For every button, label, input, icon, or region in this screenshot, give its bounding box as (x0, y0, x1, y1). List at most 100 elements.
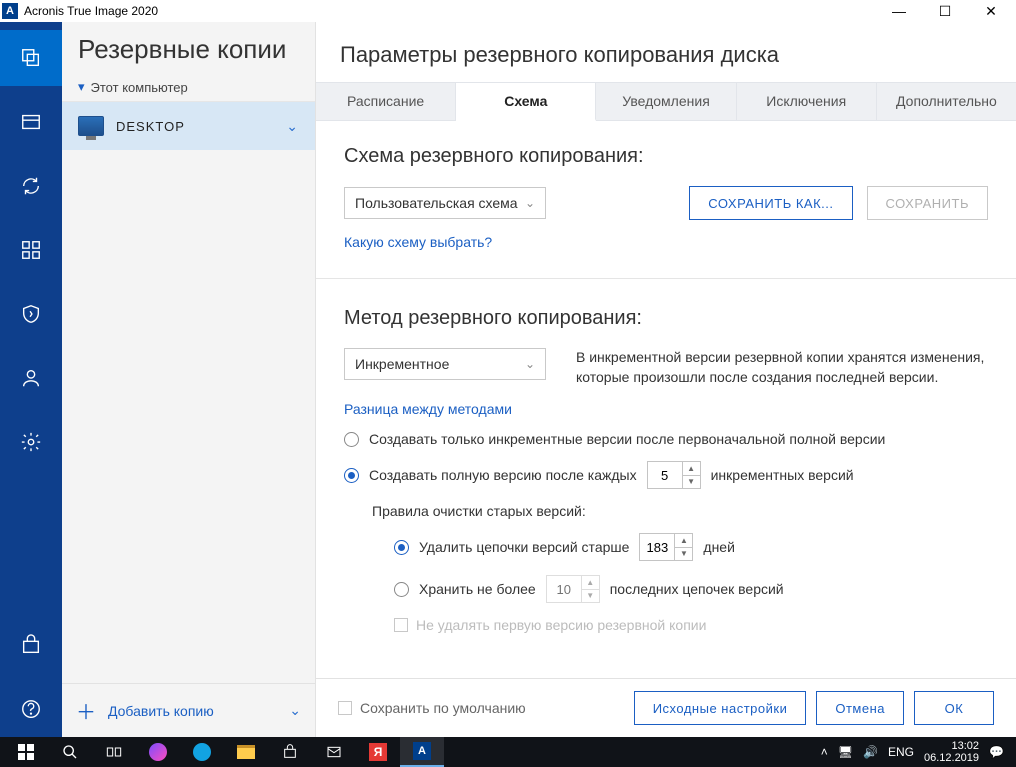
taskbar-app-explorer[interactable] (224, 737, 268, 767)
sidebar-computer-toggle[interactable]: ▾ Этот компьютер (62, 73, 315, 102)
tab-scheme[interactable]: Схема (456, 83, 596, 121)
scheme-select-value: Пользовательская схема (355, 195, 518, 211)
nav-dashboard[interactable] (0, 222, 62, 278)
tab-bar: Расписание Схема Уведомления Исключения … (316, 82, 1016, 121)
method-section-title: Метод резервного копирования: (344, 307, 988, 330)
main-panel: Параметры резервного копирования диска Р… (316, 22, 1016, 737)
radio-label-post: инкрементных версий (711, 467, 854, 483)
chains-input[interactable] (547, 576, 581, 602)
radio-icon (394, 582, 409, 597)
chevron-down-icon: ⌄ (286, 118, 299, 135)
tab-exclusions[interactable]: Исключения (737, 83, 877, 120)
dialog-footer: Сохранить по умолчанию Исходные настройк… (316, 678, 1016, 737)
radio-icon (394, 540, 409, 555)
tab-notifications[interactable]: Уведомления (596, 83, 736, 120)
start-button[interactable] (4, 737, 48, 767)
app-title: Acronis True Image 2020 (24, 4, 158, 18)
tray-time: 13:02 (924, 740, 979, 752)
chevron-down-icon: ⌄ (289, 702, 301, 719)
scheme-help-link[interactable]: Какую схему выбрать? (344, 234, 492, 250)
taskbar-app-mail[interactable] (312, 737, 356, 767)
tray-clock[interactable]: 13:02 06.12.2019 (924, 740, 979, 764)
tray-lang[interactable]: ENG (888, 745, 914, 759)
tab-advanced[interactable]: Дополнительно (877, 83, 1016, 120)
radio-label-post: последних цепочек версий (610, 581, 784, 597)
sidebar-item-desktop[interactable]: DESKTOP ⌄ (62, 102, 315, 150)
nav-rail (0, 22, 62, 737)
full-after-spinner[interactable]: ▲▼ (647, 461, 701, 489)
radio-incremental-only[interactable]: Создавать только инкрементные версии пос… (344, 431, 988, 447)
spinner-down[interactable]: ▼ (675, 548, 692, 561)
nav-store[interactable] (0, 617, 62, 673)
taskbar-app-store[interactable] (268, 737, 312, 767)
scheme-section-title: Схема резервного копирования: (344, 145, 988, 168)
save-default-checkbox[interactable]: Сохранить по умолчанию (338, 700, 526, 716)
nav-sync[interactable] (0, 158, 62, 214)
nav-help[interactable] (0, 681, 62, 737)
sidebar-item-label: DESKTOP (116, 119, 185, 134)
chains-spinner[interactable]: ▲▼ (546, 575, 600, 603)
method-select[interactable]: Инкрементное ⌄ (344, 348, 546, 380)
radio-label: Создавать только инкрементные версии пос… (369, 431, 885, 447)
close-button[interactable]: ✕ (968, 0, 1014, 22)
days-input[interactable] (640, 534, 674, 560)
tray-notifications-icon[interactable]: 💬 (989, 745, 1004, 759)
spinner-down[interactable]: ▼ (683, 476, 700, 489)
spinner-up[interactable]: ▲ (683, 462, 700, 476)
nav-archive[interactable] (0, 94, 62, 150)
taskview-button[interactable] (92, 737, 136, 767)
ok-button[interactable]: ОК (914, 691, 994, 725)
taskbar-app-y[interactable]: Я (356, 737, 400, 767)
radio-icon (344, 432, 359, 447)
tray-monitor-icon[interactable]: 🖥 (838, 745, 853, 759)
monitor-icon (78, 116, 104, 136)
save-as-button[interactable]: СОХРАНИТЬ КАК... (689, 186, 852, 220)
search-button[interactable] (48, 737, 92, 767)
nav-settings[interactable] (0, 414, 62, 470)
spinner-down[interactable]: ▼ (582, 590, 599, 603)
app-logo: A (2, 3, 18, 19)
defaults-button[interactable]: Исходные настройки (634, 691, 807, 725)
caret-down-icon: ▾ (78, 79, 85, 95)
sidebar: Резервные копии ▾ Этот компьютер DESKTOP… (62, 22, 316, 737)
full-after-input[interactable] (648, 462, 682, 488)
checkbox-icon (338, 701, 352, 715)
radio-label-pre: Создавать полную версию после каждых (369, 467, 637, 483)
checkbox-no-delete-first[interactable]: Не удалять первую версию резервной копии (394, 617, 988, 633)
cancel-button[interactable]: Отмена (816, 691, 904, 725)
nav-account[interactable] (0, 350, 62, 406)
save-default-label: Сохранить по умолчанию (360, 700, 526, 716)
add-backup-label: Добавить копию (108, 703, 214, 719)
taskbar-app-edge[interactable] (180, 737, 224, 767)
tray-volume-icon[interactable]: 🔊 (863, 745, 878, 759)
sidebar-title: Резервные копии (62, 22, 315, 73)
checkbox-icon (394, 618, 408, 632)
nav-protection[interactable] (0, 286, 62, 342)
days-spinner[interactable]: ▲▼ (639, 533, 693, 561)
tab-schedule[interactable]: Расписание (316, 83, 456, 120)
radio-delete-older[interactable]: Удалить цепочки версий старше ▲▼ дней (394, 533, 988, 561)
radio-label-post: дней (703, 539, 735, 555)
nav-backup[interactable] (0, 30, 62, 86)
radio-label-pre: Удалить цепочки версий старше (419, 539, 629, 555)
titlebar: A Acronis True Image 2020 — ☐ ✕ (0, 0, 1016, 22)
taskbar-app-acronis[interactable]: A (400, 737, 444, 767)
method-description: В инкрементной версии резервной копии хр… (576, 348, 988, 387)
cleanup-title: Правила очистки старых версий: (372, 503, 988, 519)
chevron-down-icon: ⌄ (525, 196, 535, 210)
tray-chevron-icon[interactable]: ˄ (821, 745, 828, 759)
spinner-up[interactable]: ▲ (582, 576, 599, 590)
method-diff-link[interactable]: Разница между методами (344, 401, 512, 417)
minimize-button[interactable]: — (876, 0, 922, 22)
save-button[interactable]: СОХРАНИТЬ (867, 186, 988, 220)
radio-full-after[interactable]: Создавать полную версию после каждых ▲▼ … (344, 461, 988, 489)
add-backup-button[interactable]: ＋ Добавить копию ⌄ (62, 683, 315, 737)
taskbar-app-yandex[interactable] (136, 737, 180, 767)
radio-keep-chains[interactable]: Хранить не более ▲▼ последних цепочек ве… (394, 575, 988, 603)
windows-taskbar: Я A ˄ 🖥 🔊 ENG 13:02 06.12.2019 💬 (0, 737, 1016, 767)
radio-label-pre: Хранить не более (419, 581, 536, 597)
spinner-up[interactable]: ▲ (675, 534, 692, 548)
maximize-button[interactable]: ☐ (922, 0, 968, 22)
scheme-select[interactable]: Пользовательская схема ⌄ (344, 187, 546, 219)
method-select-value: Инкрементное (355, 356, 449, 372)
